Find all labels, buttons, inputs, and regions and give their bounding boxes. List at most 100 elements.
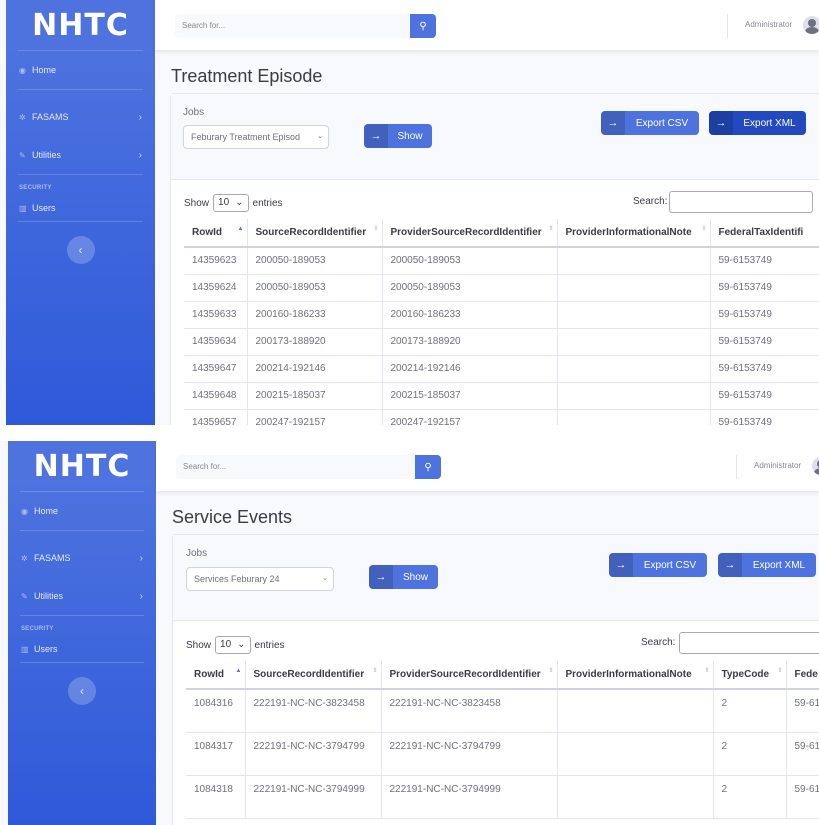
column-header-sourcerecordidentifier[interactable]: SourceRecordIdentifier ⇕ <box>247 219 383 248</box>
page-title: Service Events <box>172 507 293 527</box>
cell-rowid: 1084317 <box>186 732 246 776</box>
sidebar-item-fasams[interactable]: ✲ FASAMS › <box>8 539 156 577</box>
show-button[interactable]: → Show <box>364 124 432 148</box>
topbar-divider <box>736 455 737 479</box>
column-header-providerinformationalnote[interactable]: ProviderInformationalNote ⇕ <box>557 661 714 690</box>
search-input[interactable]: Search for... <box>176 455 435 479</box>
sidebar-item-label: FASAMS <box>32 112 69 122</box>
sidebar-divider <box>20 530 144 531</box>
column-header-providersourcerecordidentifier[interactable]: ProviderSourceRecordIdentifier ⇕ <box>382 219 558 248</box>
export-xml-button[interactable]: → Export XML <box>709 111 806 135</box>
cell-type-code: 2 <box>713 732 787 776</box>
sidebar-divider <box>20 662 144 663</box>
cell-federal-tax-id: 59-61 <box>786 775 819 819</box>
sidebar-item-utilities[interactable]: ✎ Utilities › <box>8 577 156 615</box>
jobs-card: Jobs Feburary Treatment Episod ⌄ → Show → E… <box>170 93 819 425</box>
users-icon: ▥ <box>19 203 27 213</box>
column-label: FederalTaxIdentifi <box>718 227 804 238</box>
column-label: RowId <box>194 669 224 680</box>
column-header-sourcerecordidentifier[interactable]: SourceRecordIdentifier ⇕ <box>245 661 382 690</box>
sidebar-item-label: Users <box>34 644 58 654</box>
cell-federal-tax-id: 59-6153749 <box>710 382 819 410</box>
column-header-providerinformationalnote[interactable]: ProviderInformationalNote ⇕ <box>557 219 711 248</box>
cell-note <box>557 328 711 356</box>
brand-logo[interactable]: NHTC <box>8 441 156 491</box>
jobs-select-value: Feburary Treatment Episod <box>191 132 301 142</box>
column-label: ProviderInformationalNote <box>565 669 692 680</box>
table-row: 14359648 200215-185037 200215-185037 59-615… <box>184 382 819 410</box>
cell-rowid: 14359633 <box>184 301 248 329</box>
cell-provider-source-id: 200214-192146 <box>382 355 558 383</box>
brand-logo[interactable]: NHTC <box>6 0 155 50</box>
sidebar-toggle-button[interactable]: ‹ <box>68 677 96 705</box>
cell-rowid: 14359623 <box>184 247 248 275</box>
avatar[interactable] <box>803 16 819 34</box>
cell-note <box>557 247 711 275</box>
sidebar-item-utilities[interactable]: ✎ Utilities › <box>6 136 155 174</box>
sidebar-item-label: Home <box>34 506 59 516</box>
cell-rowid: 14359647 <box>184 355 248 383</box>
gear-icon: ✲ <box>21 553 28 563</box>
avatar[interactable] <box>812 457 819 475</box>
cell-rowid: 1084318 <box>186 775 246 819</box>
column-header-rowid[interactable]: RowId ▲ <box>186 661 246 690</box>
dashboard-icon: ◉ <box>19 65 26 75</box>
sort-icon: ⇕ <box>373 226 379 232</box>
table-search-label: Search: <box>641 637 676 648</box>
entries-select[interactable]: 10 ⌄ <box>215 636 251 654</box>
entries-label: entries <box>254 639 285 651</box>
table-search-input[interactable] <box>679 632 819 654</box>
column-header-typecode[interactable]: TypeCode ⇕ <box>713 661 787 690</box>
entries-select[interactable]: 10 ⌄ <box>213 194 249 212</box>
treatment-episode-screen: NHTC ◉ Home ✲ FASAMS › ✎ Utilities › SECURITY… <box>0 0 819 425</box>
export-xml-button[interactable]: → Export XML <box>718 553 816 577</box>
sidebar-item-home[interactable]: ◉ Home <box>8 492 156 530</box>
search-button[interactable]: ⚲ <box>415 455 441 479</box>
jobs-select[interactable]: Feburary Treatment Episod ⌄ <box>183 125 329 149</box>
sort-icon: ⇕ <box>777 668 783 674</box>
chevron-right-icon: › <box>138 149 142 161</box>
cell-source-id: 200214-192146 <box>247 355 383 383</box>
export-csv-button[interactable]: → Export CSV <box>601 111 699 135</box>
column-header-providersourcerecordidentifier[interactable]: ProviderSourceRecordIdentifier ⇕ <box>381 661 558 690</box>
show-button[interactable]: → Show <box>369 565 438 589</box>
sidebar-toggle-button[interactable]: ‹ <box>66 236 95 264</box>
chevron-down-icon: ⌄ <box>237 639 246 650</box>
arrow-right-icon: → <box>609 553 633 577</box>
table-row: 14359657 200247-192157 200247-192157 59-615… <box>184 409 819 425</box>
jobs-label: Jobs <box>183 107 205 118</box>
column-label: RowId <box>192 227 222 238</box>
arrow-right-icon: → <box>369 565 393 589</box>
jobs-select[interactable]: Services Feburary 24 ⌄ <box>186 567 334 591</box>
sidebar-item-home[interactable]: ◉ Home <box>6 51 155 89</box>
user-name[interactable]: Administrator <box>745 0 792 50</box>
search-button[interactable]: ⚲ <box>410 14 436 38</box>
column-header-rowid[interactable]: RowId ▲ <box>184 219 248 248</box>
cell-rowid: 14359624 <box>184 274 248 302</box>
cell-note <box>557 274 711 302</box>
table-search-input[interactable] <box>669 191 813 213</box>
sidebar-item-users[interactable]: ▥ Users <box>6 195 155 221</box>
sidebar-item-fasams[interactable]: ✲ FASAMS › <box>6 98 155 136</box>
export-xml-label: Export XML <box>743 117 796 129</box>
show-button-label: Show <box>397 130 423 142</box>
column-label: SourceRecordIdentifier <box>253 669 365 680</box>
entries-length: Show 10 ⌄ entries <box>184 194 283 212</box>
table-row: 14359624 200050-189053 200050-189053 59-615… <box>184 274 819 302</box>
cell-federal-tax-id: 59-6153749 <box>710 355 819 383</box>
cell-federal-tax-id: 59-6153749 <box>710 409 819 425</box>
column-label: TypeCode <box>721 669 770 680</box>
cell-note <box>557 382 711 410</box>
sidebar-item-users[interactable]: ▥ Users <box>8 636 156 662</box>
cell-provider-source-id: 200050-189053 <box>382 274 558 302</box>
column-header-federaltaxidentifier[interactable]: Fede <box>786 661 819 690</box>
cell-provider-source-id: 222191-NC-NC-3823458 <box>381 689 558 733</box>
column-header-federaltaxidentifier[interactable]: FederalTaxIdentifi <box>710 219 819 248</box>
export-csv-button[interactable]: → Export CSV <box>609 553 707 577</box>
cell-federal-tax-id: 59-6153749 <box>710 301 819 329</box>
user-name[interactable]: Administrator <box>754 441 801 491</box>
show-button-label: Show <box>402 571 428 583</box>
cell-rowid: 14359648 <box>184 382 248 410</box>
sidebar-item-label: FASAMS <box>34 553 71 563</box>
search-input[interactable]: Search for... <box>175 14 430 38</box>
